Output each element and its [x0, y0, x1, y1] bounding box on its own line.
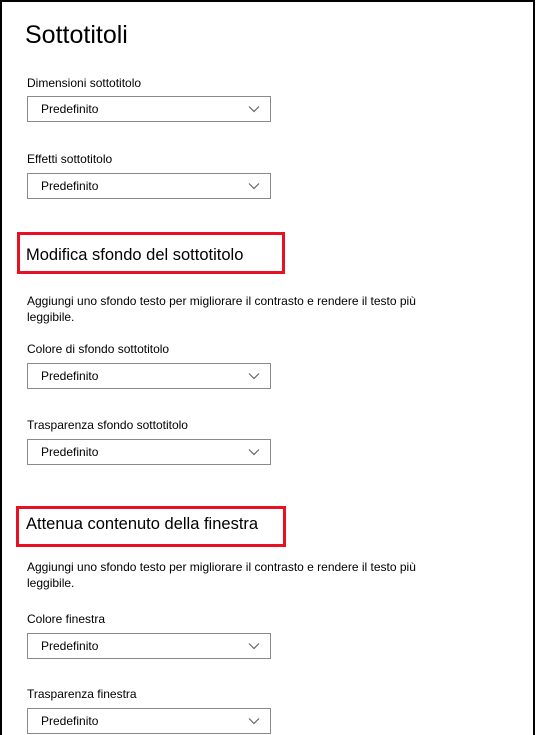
subtitle-effects-value: Predefinito	[41, 179, 99, 193]
subtitle-size-dropdown[interactable]: Predefinito	[27, 96, 271, 122]
window-transparency-value: Predefinito	[41, 714, 99, 728]
settings-panel: Sottotitoli Dimensioni sottotitolo Prede…	[0, 0, 535, 735]
window-section-title: Attenua contenuto della finestra	[26, 515, 259, 533]
window-color-dropdown[interactable]: Predefinito	[27, 633, 271, 659]
background-transparency-value: Predefinito	[41, 445, 99, 459]
subtitle-effects-label: Effetti sottotitolo	[27, 152, 113, 166]
window-transparency-dropdown[interactable]: Predefinito	[27, 708, 271, 734]
subtitle-size-label: Dimensioni sottotitolo	[27, 76, 142, 90]
background-color-dropdown[interactable]: Predefinito	[27, 363, 271, 389]
background-section-title: Modifica sfondo del sottotitolo	[26, 246, 244, 264]
background-color-value: Predefinito	[41, 369, 99, 383]
subtitle-effects-dropdown[interactable]: Predefinito	[27, 173, 271, 199]
background-transparency-dropdown[interactable]: Predefinito	[27, 439, 271, 465]
chevron-down-icon	[248, 449, 260, 456]
window-section-description: Aggiungi uno sfondo testo per migliorare…	[27, 560, 416, 590]
page-title: Sottotitoli	[25, 21, 128, 49]
window-color-label: Colore finestra	[27, 612, 106, 626]
background-color-label: Colore di sfondo sottotitolo	[27, 342, 170, 356]
window-color-value: Predefinito	[41, 639, 99, 653]
chevron-down-icon	[248, 718, 260, 725]
window-transparency-label: Trasparenza finestra	[27, 687, 137, 701]
chevron-down-icon	[248, 183, 260, 190]
chevron-down-icon	[248, 106, 260, 113]
subtitle-size-value: Predefinito	[41, 102, 99, 116]
chevron-down-icon	[248, 643, 260, 650]
chevron-down-icon	[248, 373, 260, 380]
background-section-description: Aggiungi uno sfondo testo per migliorare…	[27, 294, 416, 324]
background-transparency-label: Trasparenza sfondo sottotitolo	[27, 418, 188, 432]
